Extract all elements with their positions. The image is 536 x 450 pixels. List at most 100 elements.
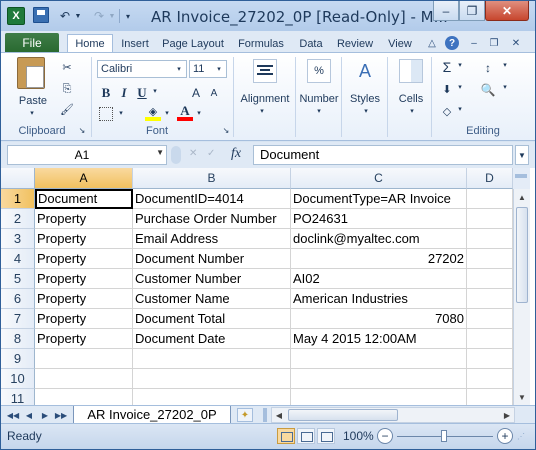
clipboard-launcher-icon[interactable]: ↘: [77, 125, 87, 135]
zoom-in-button[interactable]: +: [497, 428, 513, 444]
zoom-out-button[interactable]: −: [377, 428, 393, 444]
save-icon[interactable]: [33, 7, 49, 23]
zoom-slider-thumb[interactable]: [441, 430, 447, 442]
styles-button[interactable]: Styles: [345, 93, 385, 105]
number-format-icon[interactable]: %: [307, 59, 331, 83]
row-header[interactable]: 4: [1, 249, 35, 269]
cell-b6[interactable]: Customer Name: [133, 289, 291, 309]
insert-function-icon[interactable]: fx: [231, 146, 251, 162]
cell-a8[interactable]: Property: [35, 329, 133, 349]
sheet-tab[interactable]: AR Invoice_27202_0P: [73, 406, 231, 424]
row-header[interactable]: 8: [1, 329, 35, 349]
normal-view-button[interactable]: [277, 428, 295, 444]
workbook-restore-icon[interactable]: ❐: [487, 36, 501, 50]
borders-dropdown-icon[interactable]: ▾: [117, 109, 125, 117]
find-select-icon[interactable]: 🔍: [479, 81, 497, 99]
workbook-minimize-icon[interactable]: –: [467, 36, 481, 50]
name-box[interactable]: A1 ▼: [7, 145, 167, 165]
italic-button[interactable]: I: [117, 85, 131, 101]
restore-button[interactable]: ❐: [459, 1, 485, 21]
cell-c5[interactable]: AI02: [291, 269, 467, 289]
cell-b11[interactable]: [133, 389, 291, 405]
column-header-b[interactable]: B: [133, 168, 291, 189]
font-name-dropdown-icon[interactable]: ▾: [173, 61, 185, 77]
minimize-button[interactable]: –: [433, 1, 459, 21]
vertical-scrollbar[interactable]: ▲ ▼: [513, 189, 530, 405]
alignment-dropdown-icon[interactable]: ▾: [257, 107, 267, 115]
cell-c6[interactable]: American Industries: [291, 289, 467, 309]
page-layout-view-button[interactable]: [297, 428, 315, 444]
cell-c7[interactable]: 7080: [291, 309, 467, 329]
format-painter-icon[interactable]: 🖌: [59, 101, 75, 117]
underline-dropdown-icon[interactable]: ▾: [151, 87, 159, 95]
workbook-close-icon[interactable]: ✕: [509, 36, 523, 50]
cell-a9[interactable]: [35, 349, 133, 369]
select-all-corner[interactable]: [1, 168, 35, 189]
tab-file[interactable]: File: [5, 33, 59, 53]
cell-d9[interactable]: [467, 349, 513, 369]
fill-color-icon[interactable]: ◈: [145, 105, 161, 121]
paste-dropdown-icon[interactable]: ▾: [27, 109, 37, 117]
copy-icon[interactable]: ⎘: [59, 81, 75, 97]
row-header[interactable]: 5: [1, 269, 35, 289]
excel-app-icon[interactable]: X: [7, 7, 25, 25]
font-size-dropdown-icon[interactable]: ▾: [213, 61, 225, 77]
fill-color-dropdown-icon[interactable]: ▾: [163, 109, 171, 117]
cell-c2[interactable]: PO24631: [291, 209, 467, 229]
find-dropdown-icon[interactable]: ▾: [501, 83, 509, 91]
font-color-icon[interactable]: A: [177, 103, 193, 121]
fill-dropdown-icon[interactable]: ▾: [456, 83, 464, 91]
cell-d10[interactable]: [467, 369, 513, 389]
first-sheet-icon[interactable]: ◀◀: [7, 408, 19, 422]
cell-a2[interactable]: Property: [35, 209, 133, 229]
cell-d2[interactable]: [467, 209, 513, 229]
cells-button[interactable]: Cells: [391, 93, 431, 105]
cell-d11[interactable]: [467, 389, 513, 405]
resize-grip-icon[interactable]: ⋰: [517, 432, 529, 444]
row-header[interactable]: 9: [1, 349, 35, 369]
cell-a1[interactable]: Document: [35, 189, 133, 209]
cut-icon[interactable]: ✂: [59, 59, 75, 75]
tab-page-layout[interactable]: Page Layout: [159, 34, 227, 53]
formula-bar-resize-handle[interactable]: [171, 146, 181, 164]
vertical-scroll-thumb[interactable]: [516, 207, 528, 303]
zoom-level[interactable]: 100%: [343, 429, 374, 443]
cell-d8[interactable]: [467, 329, 513, 349]
column-header-c[interactable]: C: [291, 168, 467, 189]
row-header[interactable]: 6: [1, 289, 35, 309]
scroll-up-icon[interactable]: ▲: [514, 189, 530, 205]
paste-button[interactable]: Paste: [13, 95, 53, 107]
tab-split-handle[interactable]: [263, 408, 267, 422]
cells-icon[interactable]: [399, 59, 423, 83]
sort-dropdown-icon[interactable]: ▾: [501, 61, 509, 69]
scroll-left-icon[interactable]: ◀: [272, 408, 286, 422]
fill-down-icon[interactable]: ⬇: [439, 81, 455, 97]
customize-qat-icon[interactable]: ▾: [123, 7, 133, 25]
row-header[interactable]: 1: [1, 189, 35, 209]
shrink-font-button[interactable]: A: [207, 85, 221, 101]
cell-b7[interactable]: Document Total: [133, 309, 291, 329]
undo-icon[interactable]: ↶: [57, 7, 73, 25]
font-color-dropdown-icon[interactable]: ▾: [195, 109, 203, 117]
row-header[interactable]: 10: [1, 369, 35, 389]
cell-c10[interactable]: [291, 369, 467, 389]
autosum-dropdown-icon[interactable]: ▾: [456, 61, 464, 69]
borders-icon[interactable]: [99, 107, 113, 121]
cell-b5[interactable]: Customer Number: [133, 269, 291, 289]
cells-dropdown-icon[interactable]: ▾: [407, 107, 417, 115]
row-header[interactable]: 7: [1, 309, 35, 329]
cell-c8[interactable]: May 4 2015 12:00AM: [291, 329, 467, 349]
number-dropdown-icon[interactable]: ▾: [314, 107, 324, 115]
next-sheet-icon[interactable]: ▶: [39, 408, 51, 422]
cell-a11[interactable]: [35, 389, 133, 405]
column-header-a[interactable]: A: [35, 168, 133, 189]
insert-worksheet-icon[interactable]: ✦: [237, 408, 253, 422]
cell-d4[interactable]: [467, 249, 513, 269]
cell-c11[interactable]: [291, 389, 467, 405]
scroll-right-icon[interactable]: ▶: [500, 408, 514, 422]
clear-dropdown-icon[interactable]: ▾: [456, 105, 464, 113]
cell-b2[interactable]: Purchase Order Number: [133, 209, 291, 229]
alignment-button[interactable]: Alignment: [235, 93, 295, 105]
cell-d5[interactable]: [467, 269, 513, 289]
cell-d7[interactable]: [467, 309, 513, 329]
